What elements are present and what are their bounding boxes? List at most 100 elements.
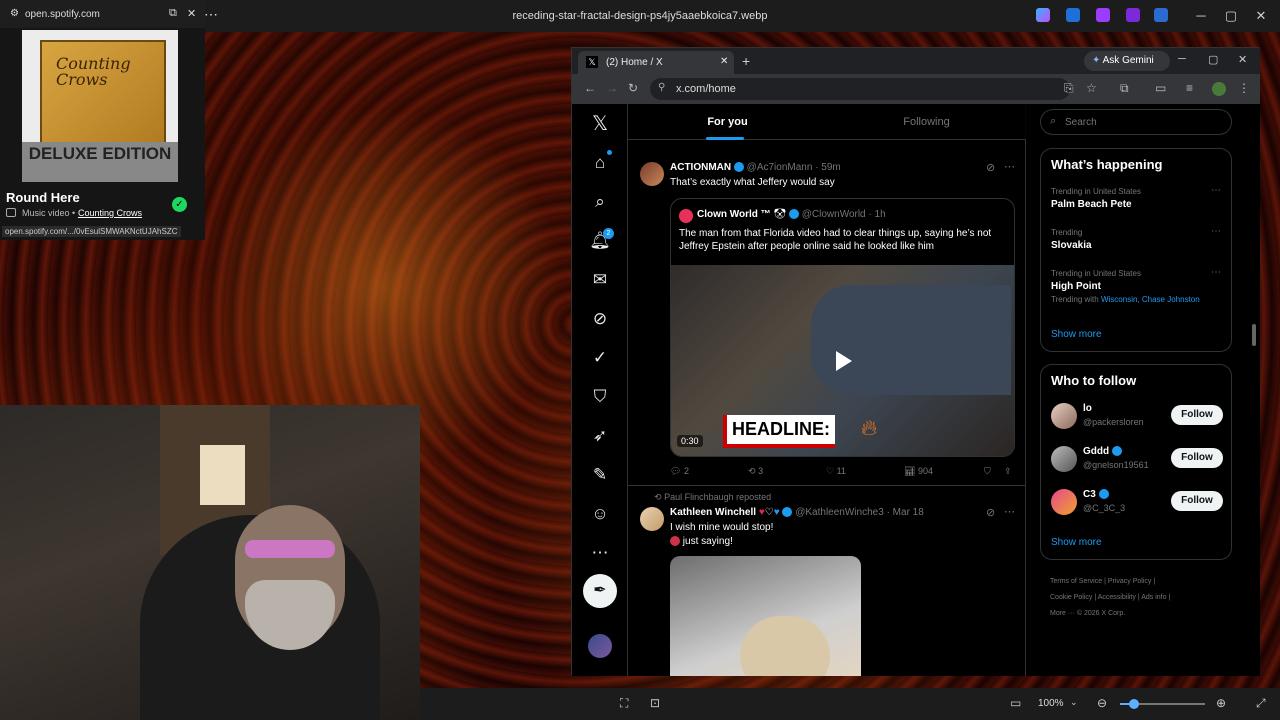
post-more-icon[interactable]: ⋯: [1004, 160, 1015, 173]
close-icon[interactable]: ✕: [1246, 8, 1276, 24]
browser-menu-icon[interactable]: ⋮: [1238, 81, 1250, 95]
video-player[interactable]: 0:30 HEADLINE: 🔥︎: [671, 265, 1014, 456]
expand-icon[interactable]: ⧉: [169, 7, 177, 20]
settings-icon[interactable]: ⚙: [10, 8, 19, 19]
author-name[interactable]: Kathleen Winchell: [670, 507, 756, 518]
bookmark-icon[interactable]: ⛉: [984, 466, 991, 477]
reposted-by[interactable]: Paul Flinchbaugh reposted: [664, 492, 771, 502]
zoom-level[interactable]: 100%: [1038, 698, 1064, 709]
bookmark-star-icon[interactable]: ☆: [1086, 81, 1097, 95]
trend-item[interactable]: Trending in United States High Point Tre…: [1051, 267, 1226, 313]
like-button[interactable]: ♡ 11: [826, 466, 846, 477]
text-select-icon[interactable]: ⊡: [650, 696, 660, 710]
jobs-rocket-icon[interactable]: ➶: [588, 424, 612, 448]
zoom-slider-thumb[interactable]: [1129, 699, 1139, 709]
verified-icon[interactable]: ✓: [588, 346, 612, 370]
install-icon[interactable]: ⎘: [1064, 81, 1074, 96]
author-handle[interactable]: @KathleenWinche3: [795, 507, 884, 518]
close-icon[interactable]: ✕: [720, 56, 728, 67]
footer-more[interactable]: More ···: [1050, 610, 1075, 617]
forward-icon[interactable]: →: [606, 81, 618, 95]
post-time[interactable]: · 59m: [815, 162, 841, 173]
footer-terms[interactable]: Terms of Service: [1050, 578, 1102, 585]
profile-icon[interactable]: ☺: [588, 502, 612, 526]
share-icon[interactable]: ⇪: [1004, 466, 1012, 477]
edit-icon[interactable]: [1066, 8, 1080, 22]
follow-suggestion[interactable]: Gddd @gnelson19561 Follow: [1051, 444, 1226, 474]
author-handle[interactable]: @Ac7ionMann: [747, 162, 813, 173]
grok-post-icon[interactable]: ⊘: [986, 161, 995, 174]
post-more-icon[interactable]: ⋯: [1004, 505, 1015, 518]
scrollbar[interactable]: [1252, 324, 1256, 346]
search-icon[interactable]: ⌕: [588, 190, 612, 214]
trends-show-more[interactable]: Show more: [1051, 329, 1102, 340]
url-field[interactable]: ⚲ x.com/home: [650, 78, 1070, 100]
back-icon[interactable]: ←: [584, 81, 596, 95]
reply-button[interactable]: 💬︎ 2: [670, 466, 689, 477]
views-button[interactable]: 📊︎ 904: [904, 466, 933, 477]
post-image[interactable]: [670, 556, 861, 676]
check-icon[interactable]: ✓: [172, 197, 187, 212]
who-show-more[interactable]: Show more: [1051, 537, 1102, 548]
post-button[interactable]: ✒: [583, 574, 617, 608]
minimize-icon[interactable]: ─: [1178, 53, 1186, 65]
trend-more-icon[interactable]: ⋯: [1211, 185, 1221, 196]
trend-item[interactable]: Trending Slovakia ⋯: [1051, 226, 1221, 264]
footer-ads[interactable]: Ads info: [1141, 594, 1166, 601]
grok-icon[interactable]: ⊘: [588, 307, 612, 331]
new-tab-icon[interactable]: +: [742, 53, 750, 69]
profile-avatar[interactable]: [1212, 82, 1226, 96]
author-avatar[interactable]: [640, 507, 664, 531]
search-input[interactable]: ⌕ Search: [1040, 109, 1232, 135]
maximize-icon[interactable]: ▢: [1216, 8, 1246, 24]
account-avatar[interactable]: [588, 634, 612, 658]
track-artist-link[interactable]: Counting Crows: [78, 208, 142, 218]
trend-more-icon[interactable]: ⋯: [1211, 226, 1221, 237]
extensions-icon[interactable]: ⧉: [1120, 81, 1129, 96]
repost-button[interactable]: ⟲ 3: [748, 466, 763, 477]
cloud-icon[interactable]: [1154, 8, 1168, 22]
minimize-icon[interactable]: ─: [1186, 8, 1216, 23]
trend-item[interactable]: Trending in United States Palm Beach Pet…: [1051, 185, 1221, 223]
follow-button[interactable]: Follow: [1171, 448, 1223, 468]
reload-icon[interactable]: ↻: [628, 81, 638, 95]
post-time[interactable]: · Mar 18: [887, 507, 924, 518]
footer-accessibility[interactable]: Accessibility: [1098, 594, 1136, 601]
messages-icon[interactable]: ✉: [588, 268, 612, 292]
fullscreen-icon[interactable]: ⤢: [1256, 696, 1266, 711]
trend-more-icon[interactable]: ⋯: [1211, 267, 1221, 278]
site-info-icon[interactable]: ⚲: [658, 82, 665, 93]
ask-gemini-button[interactable]: ✦ Ask Gemini: [1084, 51, 1170, 71]
maximize-icon[interactable]: ▢: [1208, 53, 1218, 66]
author-avatar[interactable]: [640, 162, 664, 186]
designer-icon[interactable]: [1096, 8, 1110, 22]
tab-for-you[interactable]: For you: [628, 104, 827, 140]
more-icon[interactable]: ⋯: [588, 541, 612, 565]
reading-list-icon[interactable]: ≡: [1186, 81, 1193, 95]
zoom-dropdown-icon[interactable]: ⌄: [1070, 697, 1078, 708]
close-icon[interactable]: ✕: [187, 7, 196, 20]
zoom-in-icon[interactable]: ⊕: [1216, 696, 1226, 710]
articles-icon[interactable]: ✎: [588, 463, 612, 487]
follow-button[interactable]: Follow: [1171, 491, 1223, 511]
trend-with-links[interactable]: Wisconsin, Chase Johnston: [1101, 295, 1200, 304]
author-name[interactable]: ACTIONMAN: [670, 162, 731, 173]
close-window-icon[interactable]: ✕: [1238, 53, 1247, 66]
crop-icon[interactable]: ⛶: [620, 696, 628, 711]
sidepanel-icon[interactable]: ▭: [1155, 81, 1166, 95]
fit-screen-icon[interactable]: ▭: [1010, 696, 1021, 710]
copilot-icon[interactable]: [1036, 8, 1050, 22]
zoom-out-icon[interactable]: ⊖: [1097, 696, 1107, 710]
play-icon[interactable]: [836, 351, 852, 371]
footer-privacy[interactable]: Privacy Policy: [1108, 578, 1152, 585]
grok-post-icon[interactable]: ⊘: [986, 506, 995, 519]
follow-suggestion[interactable]: lo @packersloren Follow: [1051, 401, 1226, 431]
tab-following[interactable]: Following: [827, 104, 1026, 140]
follow-suggestion[interactable]: C3 @C_3C_3 Follow: [1051, 487, 1226, 517]
clipchamp-icon[interactable]: [1126, 8, 1140, 22]
quote-card[interactable]: Clown World ™ 🤡︎ @ClownWorld · 1h The ma…: [670, 198, 1015, 457]
footer-cookie[interactable]: Cookie Policy: [1050, 594, 1092, 601]
x-logo-icon[interactable]: 𝕏: [588, 112, 612, 136]
follow-button[interactable]: Follow: [1171, 405, 1223, 425]
tab-x-home[interactable]: 𝕏 (2) Home / X ✕: [578, 51, 734, 74]
